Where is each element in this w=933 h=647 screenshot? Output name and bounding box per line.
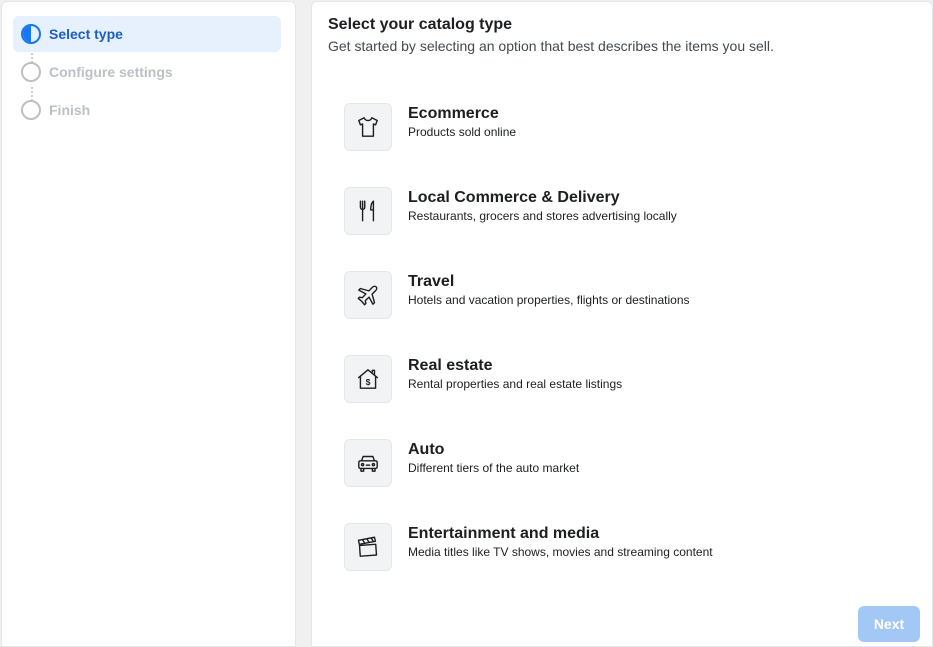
empty-circle-icon — [21, 62, 41, 82]
clapperboard-icon — [357, 536, 378, 557]
option-description: Media titles like TV shows, movies and s… — [408, 545, 713, 559]
option-description: Rental properties and real estate listin… — [408, 377, 623, 391]
option-description: Restaurants, grocers and stores advertis… — [408, 209, 677, 223]
empty-circle-icon — [21, 100, 41, 120]
option-description: Products sold online — [408, 125, 517, 139]
option-icon-box — [344, 103, 392, 151]
half-filled-circle-icon — [21, 24, 41, 44]
step-label: Select type — [49, 26, 123, 42]
step-label: Finish — [49, 102, 91, 118]
catalog-type-panel: Select your catalog type Get started by … — [311, 1, 933, 647]
page-title: Select your catalog type — [328, 16, 513, 33]
svg-text:$: $ — [366, 377, 371, 387]
option-description: Hotels and vacation properties, flights … — [408, 293, 690, 307]
option-travel[interactable]: Travel Hotels and vacation properties, f… — [344, 271, 904, 321]
airplane-icon — [357, 285, 378, 306]
page-subtitle: Get started by selecting an option that … — [328, 38, 774, 54]
option-icon-box — [344, 271, 392, 319]
option-real-estate[interactable]: $ Real estate Rental properties and real… — [344, 355, 904, 405]
option-title: Real estate — [408, 357, 493, 374]
option-icon-box — [344, 523, 392, 571]
step-select-type[interactable]: Select type — [13, 16, 281, 52]
option-title: Ecommerce — [408, 105, 499, 122]
option-description: Different tiers of the auto market — [408, 461, 580, 475]
option-title: Auto — [408, 441, 445, 458]
house-dollar-icon: $ — [357, 369, 379, 389]
option-title: Local Commerce & Delivery — [408, 189, 620, 206]
fork-knife-icon — [359, 200, 375, 222]
option-auto[interactable]: Auto Different tiers of the auto market — [344, 439, 904, 489]
option-entertainment[interactable]: Entertainment and media Media titles lik… — [344, 523, 904, 573]
option-title: Entertainment and media — [408, 525, 600, 542]
wizard-sidebar: Select type Configure settings Finish — [1, 1, 296, 647]
option-icon-box: $ — [344, 355, 392, 403]
option-title: Travel — [408, 273, 455, 290]
step-configure-settings[interactable]: Configure settings — [13, 54, 281, 90]
step-label: Configure settings — [49, 64, 173, 80]
tshirt-icon — [358, 117, 378, 137]
option-local-commerce[interactable]: Local Commerce & Delivery Restaurants, g… — [344, 187, 904, 237]
step-finish[interactable]: Finish — [13, 92, 281, 128]
option-icon-box — [344, 439, 392, 487]
option-icon-box — [344, 187, 392, 235]
next-button[interactable]: Next — [858, 606, 920, 642]
car-icon — [358, 455, 378, 472]
option-ecommerce[interactable]: Ecommerce Products sold online — [344, 103, 904, 153]
